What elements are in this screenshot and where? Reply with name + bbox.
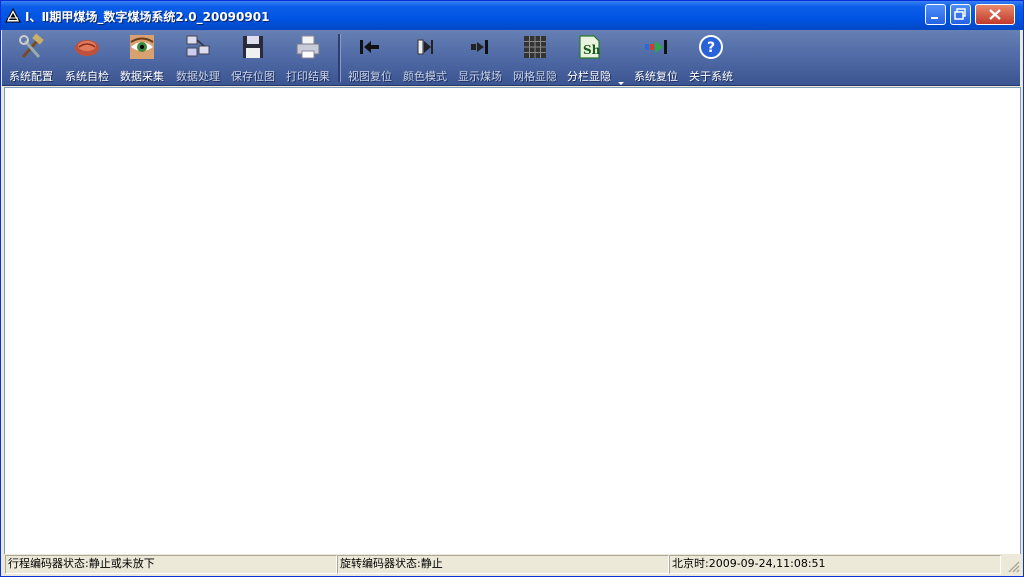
minimize-button[interactable] [925, 4, 946, 25]
toolbar-label: 数据采集 [120, 70, 164, 83]
toolbar-show-yard[interactable]: 显示煤场 [454, 30, 506, 85]
floppy-disk-icon [243, 36, 263, 58]
svg-text:Sh: Sh [583, 43, 601, 57]
toolbar-view-reset[interactable]: 视图复位 [344, 30, 396, 85]
arrow-left-bar-icon [360, 40, 379, 54]
canvas-area[interactable] [4, 87, 1021, 555]
toolbar-self-check[interactable]: 系统自检 [61, 30, 113, 85]
resize-grip-icon[interactable] [1006, 559, 1020, 573]
toolbar-about[interactable]: ? 关于系统 [685, 30, 737, 85]
toolbar-print-result[interactable]: 打印结果 [282, 30, 334, 85]
rotary-encoder-status: 旋转编码器状态:静止 [337, 555, 669, 574]
close-button[interactable] [975, 4, 1015, 25]
toolbar-label: 打印结果 [286, 70, 330, 83]
clock-status: 北京时:2009-09-24,11:08:51 [669, 555, 1001, 574]
minimize-icon [931, 17, 938, 19]
toolbar-label: 视图复位 [348, 70, 392, 83]
app-window: Ⅰ、Ⅱ期甲煤场_数字煤场系统2.0_20090901 系统配置 系统自检 数据采… [0, 0, 1024, 577]
svg-text:?: ? [707, 40, 715, 56]
chevron-down-icon[interactable] [618, 82, 624, 85]
close-icon [989, 9, 1001, 20]
toolbar-label: 分栏显隐 [567, 70, 611, 83]
printer-icon [296, 35, 320, 59]
grid-icon [524, 36, 546, 58]
toolbar-label: 显示煤场 [458, 70, 502, 83]
toolbar-system-config[interactable]: 系统配置 [6, 30, 56, 85]
help-icon: ? [699, 35, 723, 59]
travel-encoder-status: 行程编码器状态:静止或未放下 [5, 555, 337, 574]
eye-icon [130, 35, 154, 59]
toolbar: 系统配置 系统自检 数据采集 数据处理 保存位图 打印结果 视图复位 颜色模式 … [2, 30, 1020, 86]
window-title: Ⅰ、Ⅱ期甲煤场_数字煤场系统2.0_20090901 [25, 10, 270, 24]
sheet-columns-icon: Sh [579, 35, 601, 59]
toolbar-label: 系统自检 [65, 70, 109, 83]
tools-icon [19, 33, 44, 58]
status-bar: 行程编码器状态:静止或未放下 旋转编码器状态:静止 北京时:2009-09-24… [2, 554, 1022, 575]
toolbar-separator [338, 34, 341, 82]
toolbar-system-reset[interactable]: 系统复位 [630, 30, 682, 85]
self-check-icon [75, 40, 99, 56]
toolbar-column-toggle[interactable]: Sh 分栏显隐 [563, 30, 615, 85]
restore-button[interactable] [950, 4, 971, 25]
toolbar-color-mode[interactable]: 颜色模式 [399, 30, 451, 85]
arrow-right-bar-icon [471, 40, 488, 54]
reset-arrow-icon [645, 40, 667, 54]
toolbar-data-acquisition[interactable]: 数据采集 [116, 30, 168, 85]
title-bar[interactable]: Ⅰ、Ⅱ期甲煤场_数字煤场系统2.0_20090901 [1, 1, 1023, 30]
toolbar-grid-toggle[interactable]: 网格显隐 [509, 30, 561, 85]
toolbar-label: 关于系统 [689, 70, 733, 83]
toolbar-data-processing[interactable]: 数据处理 [171, 30, 225, 85]
toolbar-save-bitmap[interactable]: 保存位图 [227, 30, 279, 85]
toolbar-label: 系统复位 [634, 70, 678, 83]
toolbar-label: 数据处理 [176, 70, 220, 83]
app-icon [5, 8, 21, 23]
toolbar-label: 系统配置 [9, 70, 53, 83]
restore-icon [954, 8, 966, 20]
toolbar-label: 颜色模式 [403, 70, 447, 83]
toolbar-label: 保存位图 [231, 70, 275, 83]
toolbar-label: 网格显隐 [513, 70, 557, 83]
network-computers-icon [186, 35, 210, 57]
color-mode-icon [417, 39, 433, 55]
